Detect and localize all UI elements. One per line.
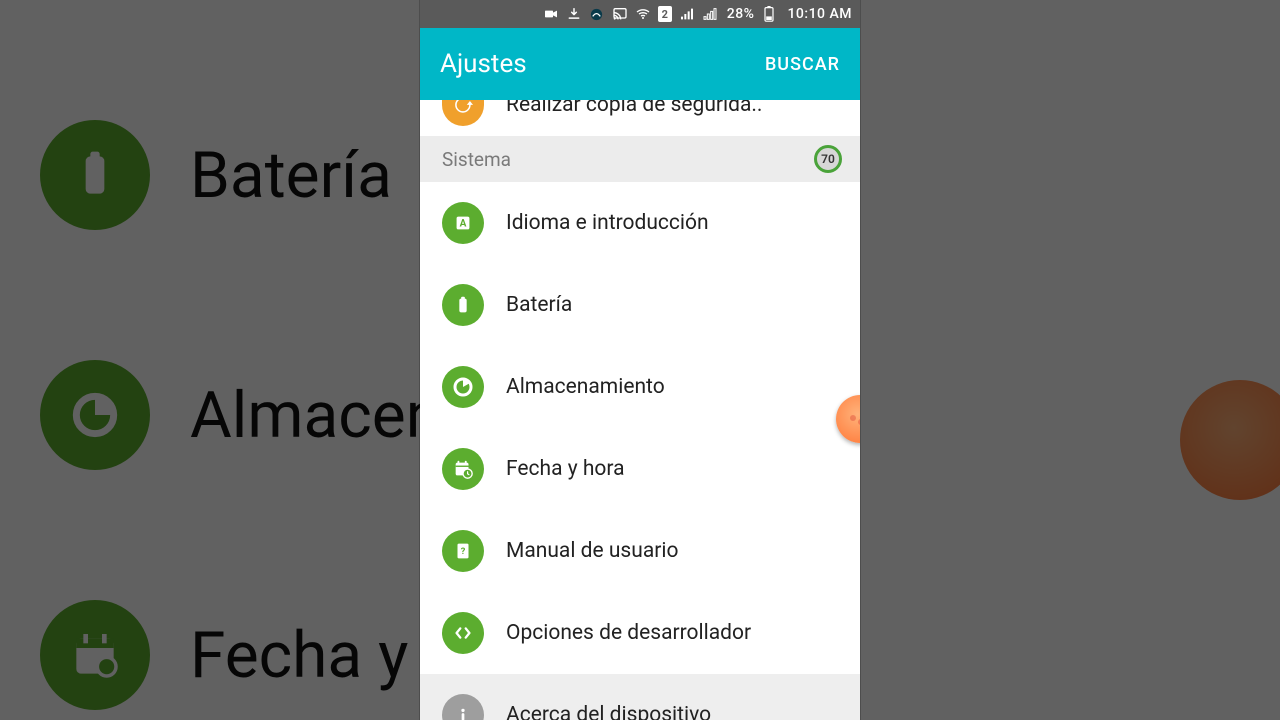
phone-screen: 2 28% 10:10 AM Ajustes BUSCAR Realizar c… xyxy=(420,0,860,720)
settings-item-label: Batería xyxy=(506,293,572,317)
settings-item-idioma[interactable]: A Idioma e introducción xyxy=(420,182,860,264)
sim-indicator: 2 xyxy=(658,6,672,22)
svg-text:?: ? xyxy=(461,547,466,557)
language-icon: A xyxy=(442,202,484,244)
video-icon xyxy=(543,6,559,22)
settings-item-label: Opciones de desarrollador xyxy=(506,621,751,645)
settings-item-label: Idioma e introducción xyxy=(506,211,709,235)
storage-icon xyxy=(40,360,150,470)
settings-item-label: Manual de usuario xyxy=(506,539,678,563)
settings-item-backup[interactable]: Realizar copia de segurida.. xyxy=(420,100,860,136)
backup-icon xyxy=(442,100,484,126)
developer-icon xyxy=(442,612,484,654)
clock-time: 10:10 AM xyxy=(787,6,852,22)
signal-icon xyxy=(679,6,695,22)
status-bar: 2 28% 10:10 AM xyxy=(420,0,860,28)
search-button[interactable]: BUSCAR xyxy=(765,54,840,75)
section-badge[interactable]: 70 xyxy=(814,145,842,173)
app-icon xyxy=(589,6,605,22)
wifi-icon xyxy=(635,6,651,22)
settings-item-label: Acerca del dispositivo xyxy=(506,703,711,720)
settings-item-almacenamiento[interactable]: Almacenamiento xyxy=(420,346,860,428)
settings-item-fecha[interactable]: Fecha y hora xyxy=(420,428,860,510)
bg-label: Batería xyxy=(190,138,392,213)
page-title: Ajustes xyxy=(440,49,527,79)
storage-icon xyxy=(442,366,484,408)
download-icon xyxy=(566,6,582,22)
settings-item-label: Realizar copia de segurida.. xyxy=(506,100,762,117)
settings-item-manual[interactable]: ? Manual de usuario xyxy=(420,510,860,592)
svg-text:A: A xyxy=(460,219,467,230)
battery-percent: 28% xyxy=(727,6,755,22)
settings-item-acerca[interactable]: Acerca del dispositivo xyxy=(420,674,860,720)
info-icon xyxy=(442,694,484,720)
section-title: Sistema xyxy=(442,148,511,171)
settings-list[interactable]: Realizar copia de segurida.. Sistema 70 … xyxy=(420,100,860,720)
section-header-sistema: Sistema 70 xyxy=(420,136,860,182)
manual-icon: ? xyxy=(442,530,484,572)
battery-icon xyxy=(442,284,484,326)
settings-item-label: Almacenamiento xyxy=(506,375,665,399)
date-time-icon xyxy=(442,448,484,490)
settings-item-label: Fecha y hora xyxy=(506,457,625,481)
signal-outline-icon xyxy=(702,6,718,22)
settings-item-desarrollador[interactable]: Opciones de desarrollador xyxy=(420,592,860,674)
settings-item-bateria[interactable]: Batería xyxy=(420,264,860,346)
battery-icon xyxy=(40,120,150,230)
app-bar: Ajustes BUSCAR xyxy=(420,28,860,100)
cast-icon xyxy=(612,6,628,22)
battery-icon xyxy=(761,6,777,22)
date-time-icon xyxy=(40,600,150,710)
